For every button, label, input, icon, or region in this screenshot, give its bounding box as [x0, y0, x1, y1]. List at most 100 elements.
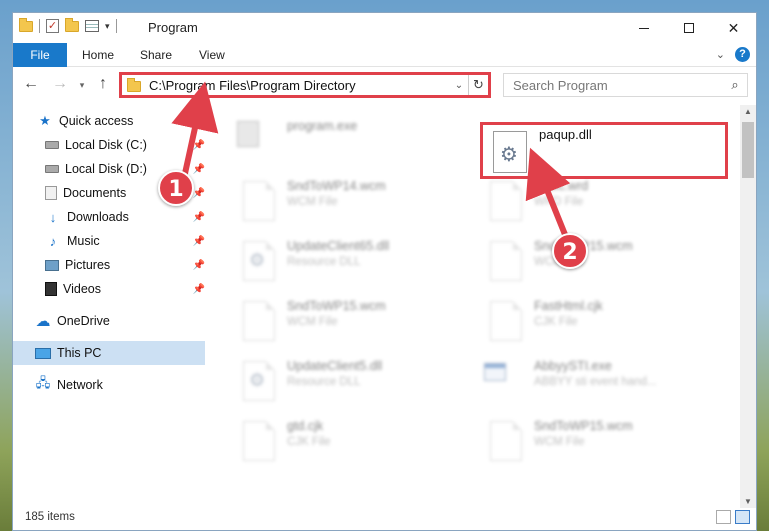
pin-icon: 📌 [192, 187, 205, 199]
file-name: AbbyySTI.exe [534, 359, 612, 373]
pc-icon [35, 347, 51, 359]
close-icon: ✕ [727, 19, 740, 36]
new-folder-icon[interactable] [65, 17, 79, 32]
sidebar-item-network[interactable]: 🖧 Network [13, 373, 205, 397]
file-item[interactable]: gtd.cjk CJK File [233, 415, 473, 471]
search-placeholder[interactable]: Search Program [504, 78, 723, 93]
properties-check-icon[interactable]: ✓ [46, 19, 59, 33]
separator [39, 19, 40, 33]
sidebar-item-onedrive[interactable]: ☁ OneDrive [13, 309, 205, 333]
address-bar[interactable]: C:\Program Files\Program Directory ⌄ ↻ [119, 72, 491, 98]
title-bar: ✓ ▾ Program ✕ [13, 13, 756, 43]
network-icon: 🖧 [35, 375, 51, 390]
file-name: SndToWP15.wcm [534, 419, 633, 433]
dll-file-icon[interactable]: ⚙ [493, 131, 527, 173]
cloud-icon: ☁ [35, 313, 51, 330]
tab-share[interactable]: Share [140, 43, 172, 67]
file-type: WRD File [534, 196, 584, 208]
disk-icon [45, 165, 59, 173]
file-icon [243, 181, 275, 221]
sidebar-item-label: Quick access [59, 114, 134, 128]
recent-locations-icon[interactable]: ▾ [72, 80, 92, 91]
gear-icon: ⚙ [249, 370, 266, 390]
address-dropdown-icon[interactable]: ⌄ [450, 80, 468, 91]
minimize-button[interactable] [621, 13, 666, 43]
pin-icon: 📌 [192, 163, 205, 175]
file-name-paqup[interactable]: paqup.dll [539, 127, 592, 142]
file-name: FastHtml.cjk [534, 299, 603, 313]
pictures-icon [45, 259, 59, 271]
pin-icon: 📌 [192, 139, 205, 151]
sidebar-item-label: Network [57, 378, 103, 392]
forward-arrow-icon[interactable]: → [50, 75, 70, 93]
sidebar-item-downloads[interactable]: ↓ Downloads 📌 [13, 205, 205, 229]
folder-icon [19, 17, 33, 32]
file-item[interactable]: SndToWP15.wcm WCM File [480, 235, 720, 291]
file-icon: ⚙ [243, 361, 275, 401]
tab-view[interactable]: View [199, 43, 225, 67]
file-type: WCM File [287, 196, 338, 208]
file-icon [243, 301, 275, 341]
up-arrow-icon[interactable]: ↑ [93, 75, 113, 93]
file-item[interactable]: ⚙ UpdateClient5.dll Resource DLL [233, 355, 473, 411]
file-name: Basic.wrd [534, 179, 589, 193]
sidebar-item-label: OneDrive [57, 314, 110, 328]
minimize-icon [638, 27, 649, 29]
file-item[interactable]: SndToWP14.wcm WCM File [233, 175, 473, 231]
star-icon: ★ [39, 113, 51, 128]
file-icon [490, 301, 522, 341]
window-title: Program [148, 20, 198, 35]
sidebar-item-label: Downloads [67, 210, 129, 224]
tab-home[interactable]: Home [82, 43, 114, 67]
documents-icon [45, 186, 57, 200]
vertical-scrollbar[interactable]: ▲ ▼ [740, 105, 756, 508]
callout-2: 2 [552, 233, 588, 269]
address-path[interactable]: C:\Program Files\Program Directory [149, 78, 450, 93]
navigation-bar: ← → ▾ ↑ C:\Program Files\Program Directo… [13, 71, 756, 99]
sidebar-item-local-disk-c[interactable]: Local Disk (C:) 📌 [13, 133, 205, 157]
sidebar-item-quick-access[interactable]: ★ Quick access [13, 109, 205, 133]
file-item[interactable]: ⚙ UpdateClient65.dll Resource DLL [233, 235, 473, 291]
search-icon[interactable]: ⌕ [723, 77, 747, 93]
sidebar-item-label: Local Disk (C:) [65, 138, 147, 152]
sidebar-item-label: Local Disk (D:) [65, 162, 147, 176]
file-item[interactable]: SndToWP15.wcm WCM File [233, 295, 473, 351]
file-name: SndToWP15.wcm [287, 299, 386, 313]
refresh-icon[interactable]: ↻ [468, 75, 488, 95]
file-item[interactable]: Basic.wrd WRD File [480, 175, 720, 231]
file-icon [490, 421, 522, 461]
back-arrow-icon[interactable]: ← [21, 75, 41, 93]
expand-ribbon-icon[interactable]: ⌄ [716, 48, 725, 61]
view-toggle [716, 510, 750, 524]
maximize-button[interactable] [666, 13, 711, 43]
file-type: Resource DLL [287, 376, 361, 388]
details-view-icon[interactable] [716, 510, 731, 524]
properties-icon[interactable] [85, 20, 99, 32]
close-button[interactable]: ✕ [711, 13, 756, 43]
sidebar-item-videos[interactable]: Videos 📌 [13, 277, 205, 301]
customize-toolbar-icon[interactable]: ▾ [105, 21, 110, 32]
scroll-down-icon[interactable]: ▼ [740, 497, 756, 506]
scroll-up-icon[interactable]: ▲ [740, 107, 756, 116]
file-type: WCM File [287, 316, 338, 328]
pin-icon: 📌 [192, 283, 205, 295]
search-input[interactable]: Search Program ⌕ [503, 73, 748, 97]
application-icon [484, 363, 506, 381]
file-item[interactable]: AbbyySTI.exe ABBYY sti event hand... [480, 355, 720, 411]
tab-file[interactable]: File [13, 43, 67, 67]
file-name: SndToWP14.wcm [287, 179, 386, 193]
sidebar-item-music[interactable]: ♪ Music 📌 [13, 229, 205, 253]
maximize-icon [683, 23, 694, 33]
file-item[interactable]: FastHtml.cjk CJK File [480, 295, 720, 351]
scroll-thumb[interactable] [742, 122, 754, 178]
help-icon[interactable]: ? [735, 47, 750, 62]
pin-icon: 📌 [192, 259, 205, 271]
item-count: 185 items [25, 511, 75, 523]
sidebar-item-pictures[interactable]: Pictures 📌 [13, 253, 205, 277]
file-item[interactable]: SndToWP15.wcm WCM File [480, 415, 720, 471]
file-name: UpdateClient65.dll [287, 239, 390, 253]
sidebar-item-this-pc[interactable]: This PC [13, 341, 205, 365]
sidebar-item-label: Documents [63, 186, 127, 200]
large-icons-view-icon[interactable] [735, 510, 750, 524]
file-item[interactable]: program.exe [233, 115, 473, 171]
